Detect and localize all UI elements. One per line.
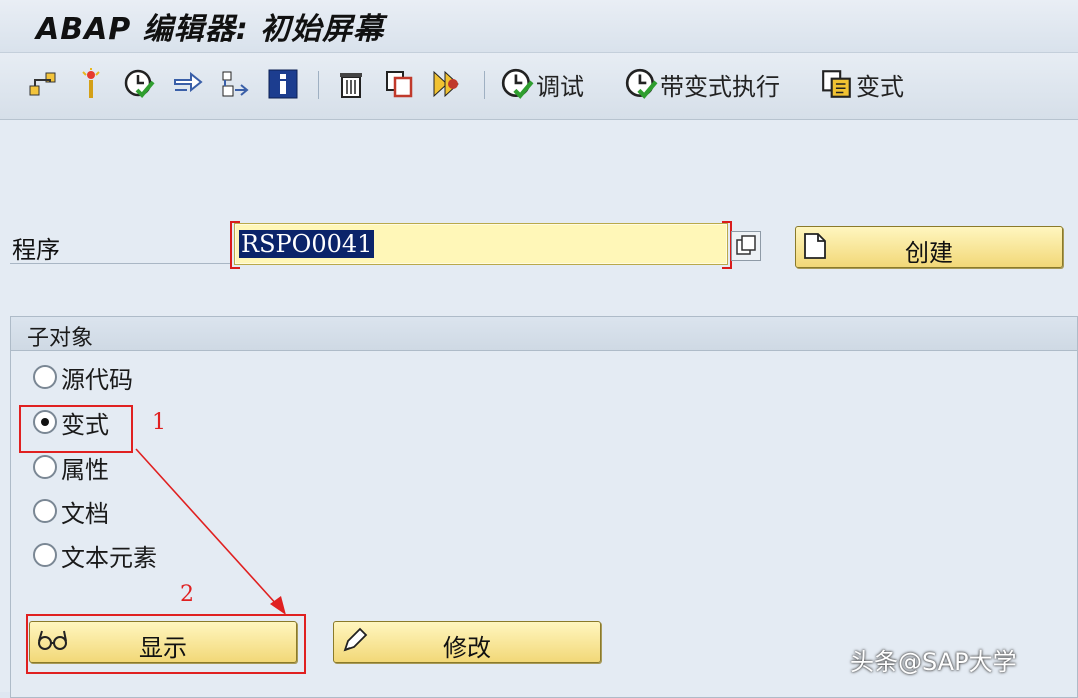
label-underline: [10, 263, 232, 264]
variant-label: 变式: [856, 72, 904, 101]
annotation-number-2: 2: [180, 582, 194, 607]
radio-circle: [33, 455, 57, 479]
program-value: RSPO0041: [239, 230, 375, 258]
window-title: ABAP 编辑器: 初始屏幕: [36, 12, 385, 47]
radio-source-code[interactable]: 源代码: [33, 361, 133, 394]
copy-value-button[interactable]: [731, 231, 761, 261]
hierarchy-icon[interactable]: [26, 67, 60, 101]
subobjects-header: 子对象: [11, 317, 1077, 351]
execute-with-variant-button[interactable]: 带变式执行: [624, 67, 780, 101]
arrows-icon[interactable]: [170, 67, 204, 101]
delete-icon[interactable]: [334, 67, 368, 101]
radio-circle: [33, 543, 57, 567]
radio-circle: [33, 365, 57, 389]
copy-icon: [736, 235, 756, 255]
program-label: 程序: [12, 236, 60, 264]
radio-text-elements[interactable]: 文本元素: [33, 539, 157, 572]
check-clock-icon[interactable]: [122, 67, 156, 101]
variant-icon: [822, 70, 851, 98]
annotation-number-1: 1: [152, 410, 166, 435]
rename-icon[interactable]: [430, 67, 464, 101]
create-label: 创建: [905, 239, 953, 267]
change-button[interactable]: 修改: [333, 621, 601, 663]
toolbar-separator: [318, 71, 319, 99]
debug-button[interactable]: 调试: [500, 67, 584, 101]
check-clock-icon: [625, 68, 658, 99]
info-icon[interactable]: [266, 67, 300, 101]
where-used-icon[interactable]: [218, 67, 252, 101]
radio-label: 文档: [61, 499, 109, 528]
title-bar: ABAP 编辑器: 初始屏幕: [0, 0, 1078, 53]
radio-label: 属性: [61, 455, 109, 484]
toolbar-separator: [484, 71, 485, 99]
debug-label: 调试: [536, 72, 584, 101]
change-label: 修改: [443, 634, 491, 662]
radio-circle: [33, 499, 57, 523]
main-area: 程序 RSPO0041 创建 子对象 源代码 变式 属性 文档 文本元素 显示 …: [0, 120, 1078, 698]
watermark: 头条@SAP大学: [850, 648, 1017, 676]
execute-with-variant-label: 带变式执行: [660, 72, 780, 101]
copy-icon[interactable]: [382, 67, 416, 101]
focus-bracket-left: [230, 221, 240, 269]
subobjects-title: 子对象: [27, 326, 94, 351]
radio-documentation[interactable]: 文档: [33, 495, 109, 528]
annotation-box-1: [19, 405, 133, 453]
create-button[interactable]: 创建: [795, 226, 1063, 268]
application-toolbar: 调试 带变式执行 变式: [0, 53, 1078, 120]
program-input[interactable]: RSPO0041: [234, 223, 728, 265]
check-clock-icon: [501, 68, 534, 99]
annotation-box-2: [26, 614, 306, 674]
variant-button[interactable]: 变式: [820, 67, 904, 101]
wand-icon[interactable]: [74, 67, 108, 101]
radio-attributes[interactable]: 属性: [33, 451, 109, 484]
radio-label: 文本元素: [61, 543, 157, 572]
radio-label: 源代码: [61, 365, 133, 394]
